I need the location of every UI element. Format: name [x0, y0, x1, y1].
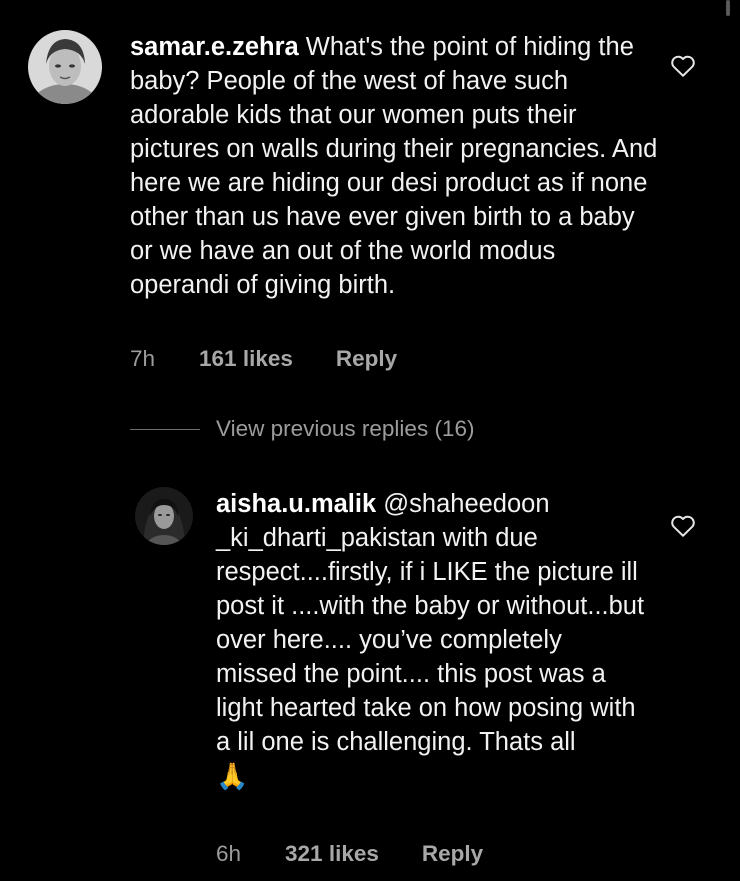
username[interactable]: aisha.u.malik — [216, 490, 376, 518]
comment-text: aisha.u.malik @shaheedoon _ki_dharti_pak… — [216, 487, 646, 794]
heart-outline-icon[interactable] — [670, 514, 696, 538]
avatar[interactable] — [135, 487, 193, 545]
avatar[interactable] — [28, 30, 102, 104]
heart-outline-icon[interactable] — [670, 54, 696, 78]
view-replies-label[interactable]: View previous replies (16) — [216, 416, 474, 442]
comment-body: What's the point of hiding the baby? Peo… — [130, 33, 658, 299]
username[interactable]: samar.e.zehra — [130, 33, 299, 61]
likes-count[interactable]: 321 likes — [285, 841, 379, 867]
scrollbar-thumb[interactable] — [726, 0, 730, 16]
comment-meta: 7h 161 likes Reply — [130, 346, 397, 372]
comment-body: @shaheedoon _ki_dharti_pakistan with due… — [216, 490, 645, 756]
comment-text: samar.e.zehra What's the point of hiding… — [130, 30, 660, 302]
likes-count[interactable]: 161 likes — [199, 346, 293, 372]
timestamp: 6h — [216, 841, 242, 866]
divider — [130, 428, 200, 430]
timestamp: 7h — [130, 346, 156, 371]
reply-button[interactable]: Reply — [422, 841, 483, 867]
reply-button[interactable]: Reply — [336, 346, 397, 372]
comment-meta: 6h 321 likes Reply — [216, 841, 483, 867]
folded-hands-emoji: 🙏 — [216, 761, 249, 791]
view-previous-replies[interactable]: View previous replies (16) — [130, 416, 474, 442]
